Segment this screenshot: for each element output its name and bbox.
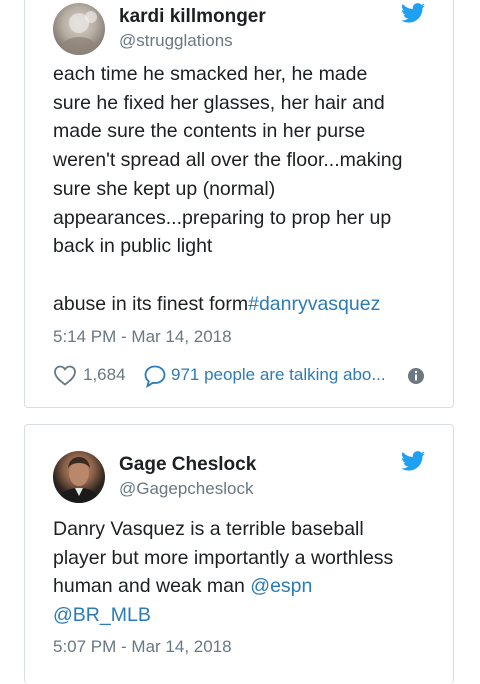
avatar[interactable] [53, 3, 105, 55]
tweet-body: each time he smacked her, he made sure h… [53, 63, 403, 315]
tweet-actions: 1,684 971 people are talking abo... [53, 364, 425, 388]
mention-link[interactable]: @espn [250, 575, 312, 597]
display-name[interactable]: kardi killmonger [119, 5, 266, 29]
heart-icon[interactable] [53, 364, 77, 386]
conversation-link[interactable]: 971 people are talking abo... [171, 365, 386, 385]
tweet-text: each time he smacked her, he made sure h… [53, 60, 429, 318]
like-count[interactable]: 1,684 [83, 365, 126, 385]
tweet-card[interactable]: kardi killmonger @strugglations each tim… [24, 0, 454, 408]
tweet-body: Danry Vasquez is a terrible baseball pla… [53, 518, 394, 598]
info-icon[interactable] [407, 367, 425, 385]
tweet-timestamp[interactable]: 5:14 PM - Mar 14, 2018 [53, 327, 232, 347]
tweet-header: kardi killmonger @strugglations [53, 3, 425, 59]
user-handle[interactable]: @Gagepcheslock [119, 477, 256, 501]
speech-bubble-icon[interactable] [143, 364, 167, 388]
twitter-bird-icon[interactable] [401, 451, 425, 471]
author-names[interactable]: kardi killmonger @strugglations [119, 5, 266, 53]
twitter-bird-icon[interactable] [401, 3, 425, 23]
author-names[interactable]: Gage Cheslock @Gagepcheslock [119, 453, 256, 501]
display-name[interactable]: Gage Cheslock [119, 453, 256, 477]
mention-link[interactable]: @BR_MLB [53, 604, 151, 626]
tweet-timestamp[interactable]: 5:07 PM - Mar 14, 2018 [53, 637, 232, 657]
avatar[interactable] [53, 451, 105, 503]
tweet-header: Gage Cheslock @Gagepcheslock [53, 451, 425, 507]
hashtag-link[interactable]: #danryvasquez [248, 293, 380, 315]
user-handle[interactable]: @strugglations [119, 29, 266, 53]
tweet-card[interactable]: Gage Cheslock @Gagepcheslock Danry Vasqu… [24, 424, 454, 684]
tweet-text: Danry Vasquez is a terrible baseball pla… [53, 515, 429, 630]
